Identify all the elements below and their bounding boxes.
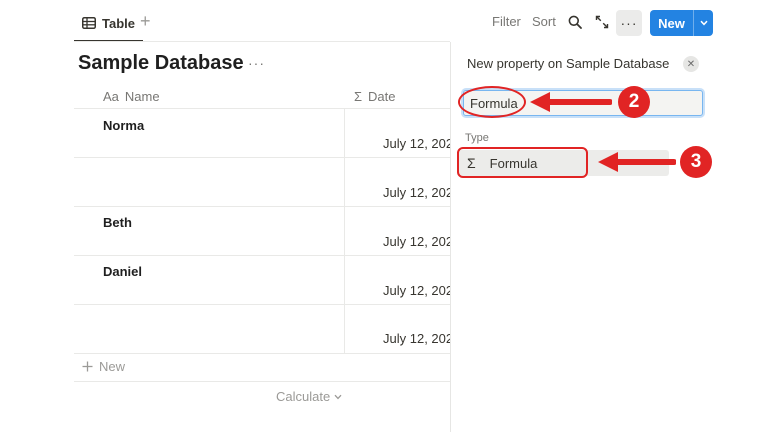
column-divider	[344, 108, 345, 353]
row-date-cell[interactable]: July 12, 2023	[383, 185, 450, 200]
row-divider	[74, 157, 450, 158]
search-icon	[568, 15, 582, 29]
column-header-name-label: Name	[124, 88, 160, 104]
step-badge-3: 3	[680, 146, 712, 178]
row-divider	[74, 108, 450, 109]
table-area: Sample Database ··· Aa Name Σ Date Norma…	[0, 0, 450, 432]
highlight-rectangle	[457, 147, 588, 178]
new-row-button[interactable]: New	[82, 359, 125, 374]
row-divider	[74, 353, 450, 354]
row-divider	[74, 255, 450, 256]
more-options-button[interactable]: ···	[616, 10, 642, 36]
step-badge-2: 2	[618, 86, 650, 118]
highlight-ellipse	[458, 86, 526, 118]
expand-button[interactable]	[592, 12, 612, 32]
panel-title: New property on Sample Database	[467, 56, 670, 71]
chevron-down-icon	[334, 394, 342, 399]
row-name-cell[interactable]: Beth	[103, 215, 132, 230]
new-row-label: New	[99, 359, 126, 374]
row-date-cell[interactable]: July 12, 2023	[383, 283, 450, 298]
plus-icon	[82, 361, 93, 372]
database-title: Sample Database	[78, 52, 244, 74]
close-button[interactable]: ✕	[683, 56, 699, 72]
annotation-arrow-icon	[530, 92, 612, 112]
new-button[interactable]: New	[650, 10, 713, 36]
row-divider	[74, 381, 450, 382]
expand-icon	[595, 15, 609, 29]
sort-button[interactable]: Sort	[532, 14, 556, 29]
filter-button[interactable]: Filter	[492, 14, 521, 29]
new-button-label: New	[658, 15, 685, 31]
calculate-button[interactable]: Calculate	[276, 389, 342, 404]
close-icon: ✕	[686, 58, 696, 70]
type-section-label: Type	[465, 132, 489, 144]
row-divider	[74, 304, 450, 305]
column-header-name[interactable]: Aa Name	[103, 84, 160, 108]
row-name-cell[interactable]: Norma	[103, 118, 144, 133]
row-date-cell[interactable]: July 12, 2023	[383, 234, 450, 249]
text-type-icon: Aa	[103, 88, 119, 104]
column-header-date-label: Date	[368, 88, 396, 104]
chevron-down-icon	[699, 20, 708, 26]
row-name-cell[interactable]: Daniel	[103, 264, 142, 279]
row-date-cell[interactable]: July 12, 2023	[383, 136, 450, 151]
column-header-date[interactable]: Σ Date	[354, 84, 396, 108]
row-divider	[74, 206, 450, 207]
row-date-cell[interactable]: July 12, 2023	[383, 331, 450, 346]
calculate-label: Calculate	[276, 389, 331, 404]
search-button[interactable]	[565, 12, 585, 32]
annotation-arrow-icon	[598, 152, 676, 172]
database-menu-button[interactable]: ···	[248, 55, 265, 71]
formula-type-icon: Σ	[354, 88, 363, 104]
new-dropdown-button[interactable]	[693, 10, 713, 36]
